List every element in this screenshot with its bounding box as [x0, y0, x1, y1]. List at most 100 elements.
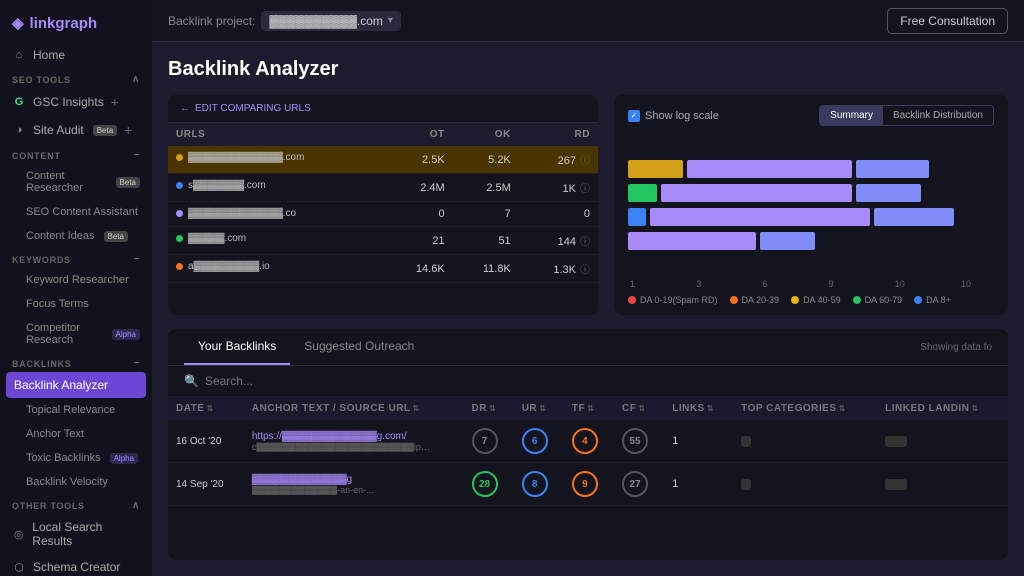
sidebar-item-seo-content-assistant[interactable]: SEO Content Assistant — [0, 200, 152, 224]
backlinks-col-header[interactable]: LINKED LANDIN⇅ — [877, 397, 1008, 420]
sidebar-item-backlink-velocity[interactable]: Backlink Velocity — [0, 470, 152, 494]
rd-cell: 144ⓘ — [519, 227, 598, 255]
sidebar-item-site-audit[interactable]: ◑ Site Audit Beta + — [0, 116, 152, 144]
url-main[interactable]: https://▓▓▓▓▓▓▓▓▓▓▓▓▓g.com/ — [252, 431, 456, 442]
sidebar-item-label: GSC Insights — [33, 95, 104, 109]
info-icon[interactable]: ⓘ — [580, 156, 590, 167]
sidebar-item-label: Keyword Researcher — [26, 274, 129, 286]
sidebar-item-home[interactable]: ⌂ Home — [0, 42, 152, 68]
legend-label: DA 8+ — [926, 295, 951, 305]
sidebar-item-topical-relevance[interactable]: Topical Relevance — [0, 398, 152, 422]
sidebar-item-label: Anchor Text — [26, 428, 84, 440]
backlinks-col-header[interactable]: UR⇅ — [514, 397, 564, 420]
links-cell: 1 — [664, 463, 733, 506]
sort-icon: ⇅ — [489, 404, 496, 413]
ot-cell: 21 — [385, 227, 452, 255]
url-sub: ▓▓▓▓▓▓▓▓▓▓▓▓▓-an-en-... — [252, 485, 432, 495]
edit-comparing-button[interactable]: ← EDIT COMPARING URLS — [168, 95, 598, 123]
site-audit-add-icon[interactable]: + — [124, 122, 132, 138]
bar-segment — [856, 160, 929, 178]
search-input[interactable] — [205, 374, 992, 388]
backlinks-col-header[interactable]: TOP CATEGORIES⇅ — [733, 397, 877, 420]
legend-label: DA 40-59 — [803, 295, 841, 305]
project-name-dropdown[interactable]: ▓▓▓▓▓▓▓▓▓▓.com ▾ — [261, 11, 401, 31]
url-name-cell: ▓▓▓▓▓▓▓▓▓▓▓▓▓.co — [168, 202, 328, 225]
content-chevron-icon[interactable]: − — [133, 150, 140, 161]
url-main[interactable]: ▓▓▓▓▓▓▓▓▓▓▓▓▓g — [252, 474, 456, 485]
bar-segment — [628, 184, 657, 202]
url-table-row[interactable]: ▓▓▓▓▓▓▓▓▓▓▓▓▓.co 0 7 0 — [168, 202, 598, 227]
section-backlinks: Backlinks − — [0, 352, 152, 372]
url-table-row[interactable]: s▓▓▓▓▓▓▓.com 2.4M 2.5M 1Kⓘ — [168, 174, 598, 202]
blurred-category: — — [741, 436, 751, 447]
url-text: a▓▓▓▓▓▓▓▓▓.io — [188, 261, 270, 272]
backlinks-col-header[interactable]: DR⇅ — [464, 397, 514, 420]
free-consultation-button[interactable]: Free Consultation — [887, 8, 1008, 34]
urls-table: URLS OT OK RD ▓▓▓▓▓▓▓▓▓▓▓▓▓.com 2.5K 5.2… — [168, 123, 598, 283]
topbar: Backlink project: ▓▓▓▓▓▓▓▓▓▓.com ▾ Free … — [152, 0, 1024, 42]
tab-summary[interactable]: Summary — [820, 106, 883, 125]
sidebar-item-local-search[interactable]: ◎ Local Search Results — [0, 514, 152, 554]
url-sub: c▓▓▓▓▓▓▓▓▓▓▓▓▓▓▓▓▓▓▓▓▓▓▓▓ipping.com/ — [252, 442, 432, 452]
ok-cell: 51 — [453, 227, 519, 255]
show-log-scale-control[interactable]: ✓ Show log scale — [628, 110, 719, 122]
edit-icon: ← — [180, 103, 190, 114]
sidebar-item-label: Content Researcher — [26, 170, 107, 194]
sidebar-item-toxic-backlinks[interactable]: Toxic Backlinks Alpha — [0, 446, 152, 470]
url-table-row[interactable]: a▓▓▓▓▓▓▓▓▓.io 14.6K 11.8K 1.3Kⓘ — [168, 255, 598, 283]
legend-item: DA 0-19(Spam RD) — [628, 295, 718, 305]
x-label — [928, 279, 961, 289]
backlinks-col-header[interactable]: DATE⇅ — [168, 397, 244, 420]
sidebar-item-label: Home — [33, 48, 65, 62]
tab-suggested-outreach[interactable]: Suggested Outreach — [290, 329, 428, 365]
cf-metric: 55 — [622, 428, 648, 454]
local-search-icon: ◎ — [12, 528, 25, 541]
bar-row — [628, 184, 994, 202]
url-text: ▓▓▓▓▓▓▓▓▓▓▓▓▓.co — [188, 208, 296, 219]
url-cell: ▓▓▓▓▓▓▓▓▓▓▓▓▓g ▓▓▓▓▓▓▓▓▓▓▓▓▓-an-en-... — [244, 463, 464, 506]
sidebar-item-competitor-research[interactable]: Competitor Research Alpha — [0, 316, 152, 352]
info-icon[interactable]: ⓘ — [580, 184, 590, 195]
gsc-add-icon[interactable]: + — [111, 94, 119, 110]
col-ok: OK — [453, 123, 519, 146]
schema-creator-icon: ⬡ — [12, 561, 26, 574]
sidebar-item-keyword-researcher[interactable]: Keyword Researcher — [0, 268, 152, 292]
backlinks-col-header[interactable]: CF⇅ — [614, 397, 664, 420]
backlinks-chevron-icon[interactable]: − — [133, 358, 140, 369]
info-icon[interactable]: ⓘ — [580, 265, 590, 276]
sidebar-item-content-researcher[interactable]: Content Researcher Beta — [0, 164, 152, 200]
ok-cell: 7 — [453, 202, 519, 227]
bar-segment — [628, 160, 683, 178]
other-chevron-icon[interactable]: ∧ — [132, 500, 140, 511]
section-content: Content − — [0, 144, 152, 164]
ok-cell: 5.2K — [453, 146, 519, 174]
x-label: 9 — [829, 279, 862, 289]
backlinks-col-header[interactable]: ANCHOR TEXT / SOURCE URL⇅ — [244, 397, 464, 420]
sidebar-item-schema-creator[interactable]: ⬡ Schema Creator — [0, 554, 152, 576]
url-table-row[interactable]: ▓▓▓▓▓.com 21 51 144ⓘ — [168, 227, 598, 255]
sidebar-item-backlink-analyzer[interactable]: Backlink Analyzer — [6, 372, 146, 398]
topbar-left: Backlink project: ▓▓▓▓▓▓▓▓▓▓.com ▾ — [168, 11, 401, 31]
sidebar-item-focus-terms[interactable]: Focus Terms — [0, 292, 152, 316]
log-scale-checkbox[interactable]: ✓ — [628, 110, 640, 122]
content-ideas-badge: Beta — [104, 231, 128, 242]
keywords-chevron-icon[interactable]: − — [133, 254, 140, 265]
ot-cell: 0 — [385, 202, 452, 227]
ok-cell: 2.5M — [453, 174, 519, 202]
rd-cell: 1Kⓘ — [519, 174, 598, 202]
seo-chevron-icon[interactable]: ∧ — [132, 74, 140, 85]
tab-backlink-distribution[interactable]: Backlink Distribution — [883, 106, 993, 125]
ur-cell: 6 — [514, 420, 564, 463]
url-name-cell: s▓▓▓▓▓▓▓.com — [168, 174, 328, 197]
sidebar-item-gsc-insights[interactable]: G GSC Insights + — [0, 88, 152, 116]
url-name-cell: ▓▓▓▓▓▓▓▓▓▓▓▓▓.com — [168, 146, 328, 169]
sidebar-item-content-ideas[interactable]: Content Ideas Beta — [0, 224, 152, 248]
page-content: Backlink Analyzer ← EDIT COMPARING URLS … — [152, 42, 1024, 576]
backlinks-col-header[interactable]: TF⇅ — [564, 397, 614, 420]
tab-your-backlinks[interactable]: Your Backlinks — [184, 329, 290, 365]
sidebar-item-anchor-text[interactable]: Anchor Text — [0, 422, 152, 446]
info-icon[interactable]: ⓘ — [580, 237, 590, 248]
url-table-row[interactable]: ▓▓▓▓▓▓▓▓▓▓▓▓▓.com 2.5K 5.2K 267ⓘ — [168, 146, 598, 174]
competitor-research-badge: Alpha — [112, 329, 140, 340]
backlinks-col-header[interactable]: LINKS⇅ — [664, 397, 733, 420]
